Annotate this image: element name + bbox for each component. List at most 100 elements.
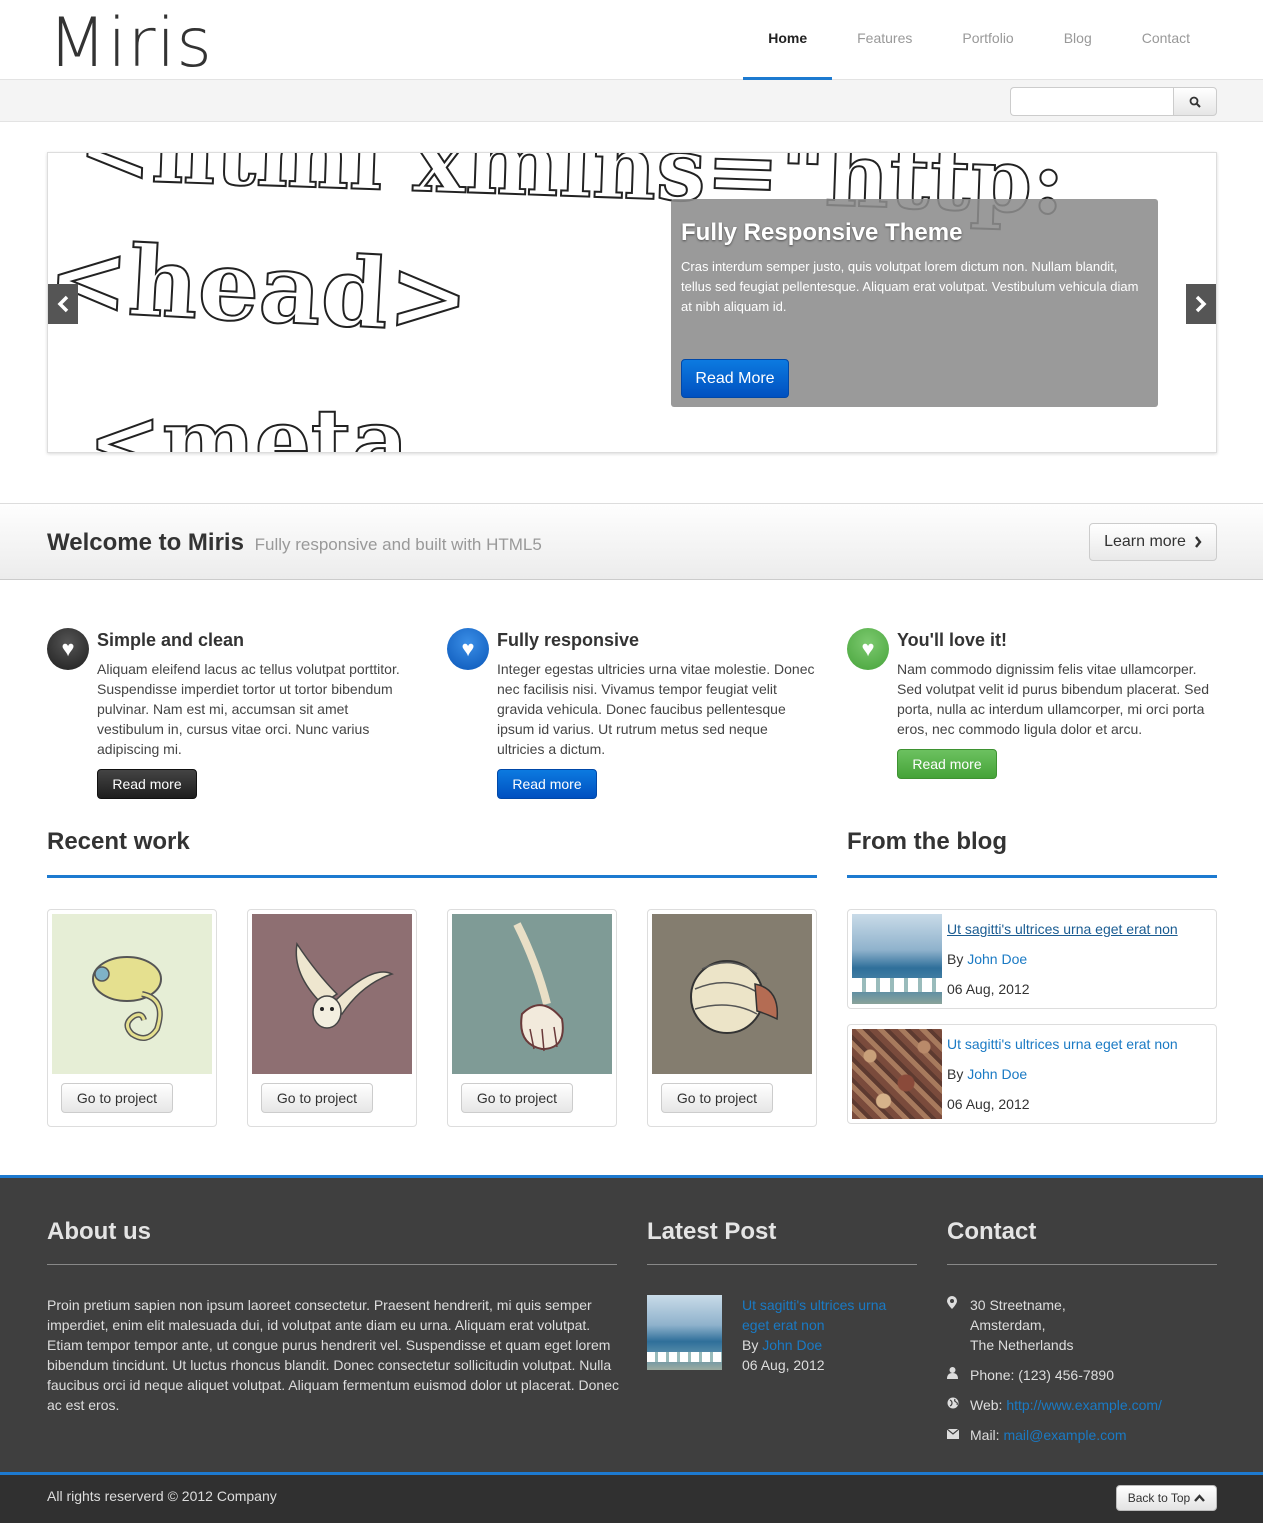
- chevron-right-icon: [1195, 295, 1207, 313]
- slider-prev-button[interactable]: [48, 284, 78, 324]
- blog-divider: [847, 875, 1217, 878]
- welcome-subtitle: Fully responsive and built with HTML5: [254, 535, 542, 554]
- post-date: 06 Aug, 2012: [947, 981, 1030, 997]
- map-marker-icon: [947, 1295, 960, 1355]
- header: Miris Home Features Portfolio Blog Conta…: [0, 0, 1263, 83]
- globe-icon: [947, 1395, 960, 1415]
- welcome-title: Welcome to Miris: [47, 529, 244, 556]
- work-item: Go to project: [247, 909, 417, 1127]
- mail-label: Mail:: [970, 1427, 1004, 1443]
- owl-image[interactable]: [252, 914, 412, 1074]
- jellyfish-icon: [513, 922, 564, 1052]
- feature-read-more-button[interactable]: Read more: [97, 769, 197, 799]
- contact-mail: Mail: mail@example.com: [946, 1425, 1127, 1445]
- go-to-project-button[interactable]: Go to project: [661, 1083, 773, 1113]
- address-line: Amsterdam,: [970, 1317, 1046, 1333]
- armadillo-icon: [690, 960, 779, 1034]
- logo[interactable]: Miris: [48, 4, 213, 83]
- blog-post: Ut sagitti's ultrices urna eget erat non…: [847, 909, 1217, 1009]
- contact-web: Web: http://www.example.com/: [947, 1395, 1162, 1415]
- about-text: Proin pretium sapien non ipsum laoreet c…: [47, 1297, 619, 1413]
- blog-post-link[interactable]: Ut sagitti's ultrices urna eget erat non: [947, 1036, 1178, 1052]
- blog-post: Ut sagitti's ultrices urna eget erat non…: [847, 1024, 1217, 1124]
- work-item: Go to project: [47, 909, 217, 1127]
- chevron-right-icon: [1194, 536, 1202, 548]
- latest-post-link[interactable]: Ut sagitti's ultrices urna: [742, 1297, 886, 1313]
- website-link[interactable]: http://www.example.com/: [1006, 1397, 1162, 1413]
- contact-divider: [947, 1264, 1217, 1265]
- feature-text: Aliquam eleifend lacus ac tellus volutpa…: [97, 661, 400, 757]
- email-link[interactable]: mail@example.com: [1003, 1427, 1126, 1443]
- bottom-bar: All rights reserverd © 2012 Company Back…: [0, 1472, 1263, 1523]
- work-item: Go to project: [447, 909, 617, 1127]
- learn-more-label: Learn more: [1104, 533, 1186, 550]
- chameleon-icon: [92, 956, 163, 1041]
- welcome-heading: Welcome to Miris Fully responsive and bu…: [47, 529, 542, 557]
- latest-post-title: Latest Post: [647, 1218, 777, 1245]
- feature-title: Simple and clean: [97, 630, 245, 650]
- contact-phone: Phone: (123) 456-7890: [947, 1365, 1114, 1385]
- slide-image-text: <meta: [87, 388, 410, 453]
- search-button[interactable]: [1173, 87, 1217, 116]
- nav-blog[interactable]: Blog: [1039, 0, 1117, 80]
- search-icon: [1189, 96, 1201, 108]
- feature-read-more-button[interactable]: Read more: [897, 749, 997, 779]
- by-label: By: [947, 951, 968, 967]
- phone-text: Phone: (123) 456-7890: [970, 1367, 1114, 1383]
- learn-more-button[interactable]: Learn more: [1089, 523, 1217, 561]
- slide-caption: Fully Responsive Theme Cras interdum sem…: [671, 199, 1158, 407]
- latest-post-image[interactable]: [647, 1295, 722, 1370]
- author-link[interactable]: John Doe: [762, 1337, 822, 1353]
- slide-title: Fully Responsive Theme: [681, 219, 963, 246]
- slider-next-button[interactable]: [1186, 284, 1216, 324]
- hero-slider: <html xmlns="http: <head> <meta Fully Re…: [47, 152, 1217, 453]
- feature-text: Nam commodo dignissim felis vitae ullamc…: [897, 661, 1210, 737]
- go-to-project-button[interactable]: Go to project: [461, 1083, 573, 1113]
- post-date: 06 Aug, 2012: [742, 1357, 825, 1373]
- go-to-project-button[interactable]: Go to project: [61, 1083, 173, 1113]
- copyright: All rights reserverd © 2012 Company: [47, 1488, 277, 1504]
- footer: About us Proin pretium sapien non ipsum …: [0, 1175, 1263, 1473]
- beach-chairs-image[interactable]: [852, 914, 942, 1004]
- nav-portfolio[interactable]: Portfolio: [937, 0, 1038, 80]
- page: Miris Home Features Portfolio Blog Conta…: [0, 0, 1263, 1523]
- nav-features[interactable]: Features: [832, 0, 937, 80]
- slide-read-more-button[interactable]: Read More: [681, 359, 789, 398]
- search-bar: [0, 80, 1263, 122]
- owl-icon: [295, 942, 394, 1029]
- jellyfish-image[interactable]: [452, 914, 612, 1074]
- feature-read-more-button[interactable]: Read more: [497, 769, 597, 799]
- feature-title: You'll love it!: [897, 630, 1007, 650]
- nav-contact[interactable]: Contact: [1117, 0, 1215, 80]
- search-input[interactable]: [1010, 87, 1174, 116]
- contact-address: 30 Streetname, Amsterdam, The Netherland…: [947, 1295, 1074, 1355]
- armadillo-image[interactable]: [652, 914, 812, 1074]
- chameleon-image[interactable]: [52, 914, 212, 1074]
- back-to-top-button[interactable]: Back to Top: [1116, 1485, 1217, 1511]
- by-label: By: [742, 1337, 763, 1353]
- post-date: 06 Aug, 2012: [947, 1096, 1030, 1112]
- work-item: Go to project: [647, 909, 817, 1127]
- heart-icon: ♥: [847, 628, 889, 670]
- autumn-leaves-image[interactable]: [852, 1029, 942, 1119]
- heart-icon: ♥: [47, 628, 89, 670]
- go-to-project-button[interactable]: Go to project: [261, 1083, 373, 1113]
- recent-work-divider: [47, 875, 817, 878]
- address-line: The Netherlands: [970, 1337, 1074, 1353]
- author-link[interactable]: John Doe: [967, 951, 1027, 967]
- blog-post-link[interactable]: Ut sagitti's ultrices urna eget erat non: [947, 921, 1178, 937]
- web-label: Web:: [970, 1397, 1007, 1413]
- latest-post-link-cont[interactable]: eget erat non: [742, 1317, 825, 1333]
- author-link[interactable]: John Doe: [967, 1066, 1027, 1082]
- by-label: By: [947, 1066, 968, 1082]
- nav-home[interactable]: Home: [743, 0, 833, 80]
- feature-title: Fully responsive: [497, 630, 640, 650]
- main-nav: Home Features Portfolio Blog Contact: [743, 0, 1215, 80]
- about-divider: [47, 1264, 617, 1265]
- chevron-up-icon: [1194, 1494, 1206, 1502]
- about-us-title: About us: [47, 1218, 151, 1245]
- blog-title: From the blog: [847, 828, 1007, 855]
- recent-work-title: Recent work: [47, 828, 190, 855]
- user-icon: [947, 1365, 960, 1385]
- contact-title: Contact: [947, 1218, 1037, 1245]
